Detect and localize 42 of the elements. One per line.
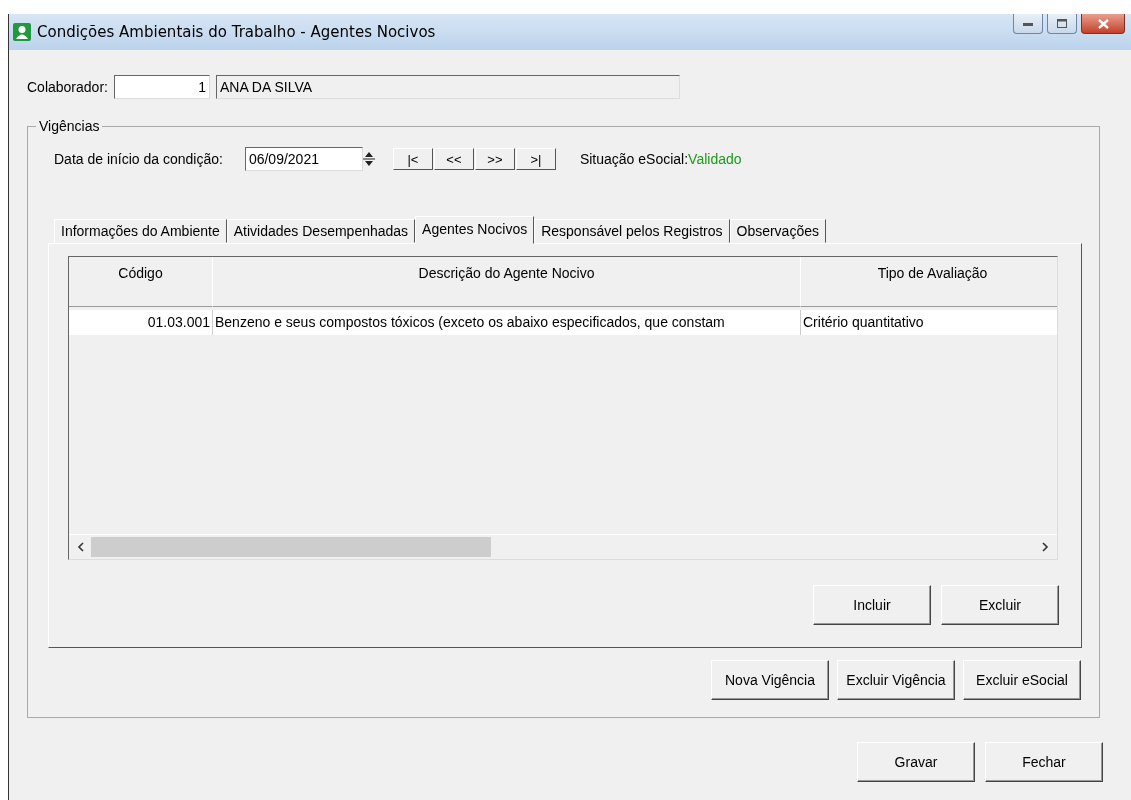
- date-field[interactable]: 06/09/2021: [244, 147, 363, 171]
- horizontal-scrollbar[interactable]: [69, 534, 1057, 559]
- table-cell: Benzeno e seus compostos tóxicos (exceto os abaixo especificados, que constam: [213, 310, 801, 335]
- nav-button[interactable]: >|: [515, 148, 556, 170]
- group-legend: Vigências: [36, 118, 103, 134]
- maximize-button[interactable]: [1047, 14, 1077, 34]
- nav-button[interactable]: |<: [392, 148, 433, 170]
- colaborador-label: Colaborador:: [27, 79, 108, 95]
- minimize-button[interactable]: [1013, 14, 1043, 34]
- table-cell: Critério quantitativo: [801, 310, 1057, 335]
- window-title: Condições Ambientais do Trabalho - Agentes Nocivos: [37, 23, 436, 41]
- tab[interactable]: Atividades Desempenhadas: [226, 219, 416, 243]
- tab[interactable]: Responsável pelos Registros: [534, 219, 730, 243]
- table-cell: 01.03.001: [69, 310, 213, 335]
- tab[interactable]: Observações: [729, 219, 826, 243]
- tab[interactable]: Agentes Nocivos: [415, 216, 535, 244]
- maximize-icon: [1057, 19, 1067, 28]
- tab[interactable]: Informações do Ambiente: [54, 219, 227, 243]
- close-button[interactable]: [1081, 14, 1125, 34]
- status-value: Validado: [688, 151, 742, 167]
- date-label: Data de início da condição:: [54, 151, 223, 167]
- minimize-icon: [1023, 21, 1033, 26]
- status-label: Situação eSocial:: [579, 151, 689, 167]
- chevron-left-icon[interactable]: [77, 542, 85, 552]
- action-button[interactable]: Excluir: [941, 585, 1059, 625]
- column-header[interactable]: Código: [69, 257, 213, 307]
- action-button[interactable]: Incluir: [813, 585, 931, 625]
- footer-button[interactable]: Gravar: [857, 742, 975, 782]
- scroll-thumb[interactable]: [91, 537, 491, 557]
- vigencia-button[interactable]: Nova Vigência: [711, 660, 829, 700]
- nav-button[interactable]: >>: [474, 148, 515, 170]
- close-icon: [1097, 18, 1109, 29]
- person-icon: [13, 23, 31, 41]
- chevron-right-icon[interactable]: [1041, 542, 1049, 552]
- name-field: ANA DA SILVA: [215, 75, 680, 99]
- footer-button[interactable]: Fechar: [985, 742, 1103, 782]
- column-header[interactable]: Tipo de Avaliação: [801, 257, 1057, 307]
- vigencia-button[interactable]: Excluir eSocial: [963, 660, 1081, 700]
- vigencia-button[interactable]: Excluir Vigência: [837, 660, 955, 700]
- code-field[interactable]: 1: [113, 75, 210, 99]
- nav-button[interactable]: <<: [433, 148, 474, 170]
- column-header[interactable]: Descrição do Agente Nocivo: [213, 257, 801, 307]
